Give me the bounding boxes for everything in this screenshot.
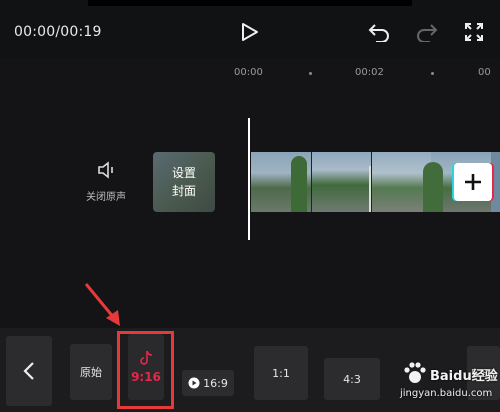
time-display: 00:00/00:19	[14, 24, 102, 40]
ratio-label: 原始	[80, 366, 102, 379]
undo-icon[interactable]	[366, 20, 392, 44]
chevron-left-icon	[23, 362, 34, 380]
highlight-box	[117, 331, 174, 409]
ruler-dot	[431, 72, 434, 75]
speaker-icon[interactable]	[96, 158, 120, 182]
back-button[interactable]	[6, 336, 52, 406]
ratio-1-1-button[interactable]: 1:1	[254, 346, 308, 400]
watermark-brand: Baidu经验	[430, 369, 498, 384]
ratio-16-9-button[interactable]: 16:9	[182, 370, 234, 396]
ruler-tick: 00:02	[355, 67, 384, 78]
mute-original-label[interactable]: 关闭原声	[86, 188, 126, 203]
playhead[interactable]	[248, 118, 250, 240]
annotation-arrow	[84, 283, 120, 326]
watermark-url: jingyan.baidu.com	[400, 388, 493, 399]
ruler-tick: 00:00	[234, 67, 263, 78]
fullscreen-icon[interactable]	[462, 20, 486, 44]
play-circle-icon	[188, 377, 200, 389]
add-clip-button[interactable]	[454, 163, 492, 201]
ruler-tick-partial: 00	[478, 67, 491, 78]
ratio-4-3-button[interactable]: 4:3	[324, 358, 380, 400]
cover-label-line2: 封面	[171, 184, 196, 198]
ratio-label: 1:1	[272, 366, 290, 380]
redo-icon[interactable]	[414, 20, 440, 44]
ratio-label: 4:3	[343, 372, 361, 386]
cover-label-line1: 设置	[171, 166, 196, 180]
set-cover-button[interactable]: 设置 封面	[153, 152, 215, 212]
ratio-label: 16:9	[203, 376, 228, 390]
play-icon[interactable]	[238, 20, 262, 44]
plus-icon	[465, 174, 481, 190]
preview-bottom-edge	[88, 0, 412, 6]
ratio-original-button[interactable]: 原始	[70, 344, 112, 400]
paw-logo-icon	[404, 362, 426, 383]
ruler-dot	[309, 72, 312, 75]
